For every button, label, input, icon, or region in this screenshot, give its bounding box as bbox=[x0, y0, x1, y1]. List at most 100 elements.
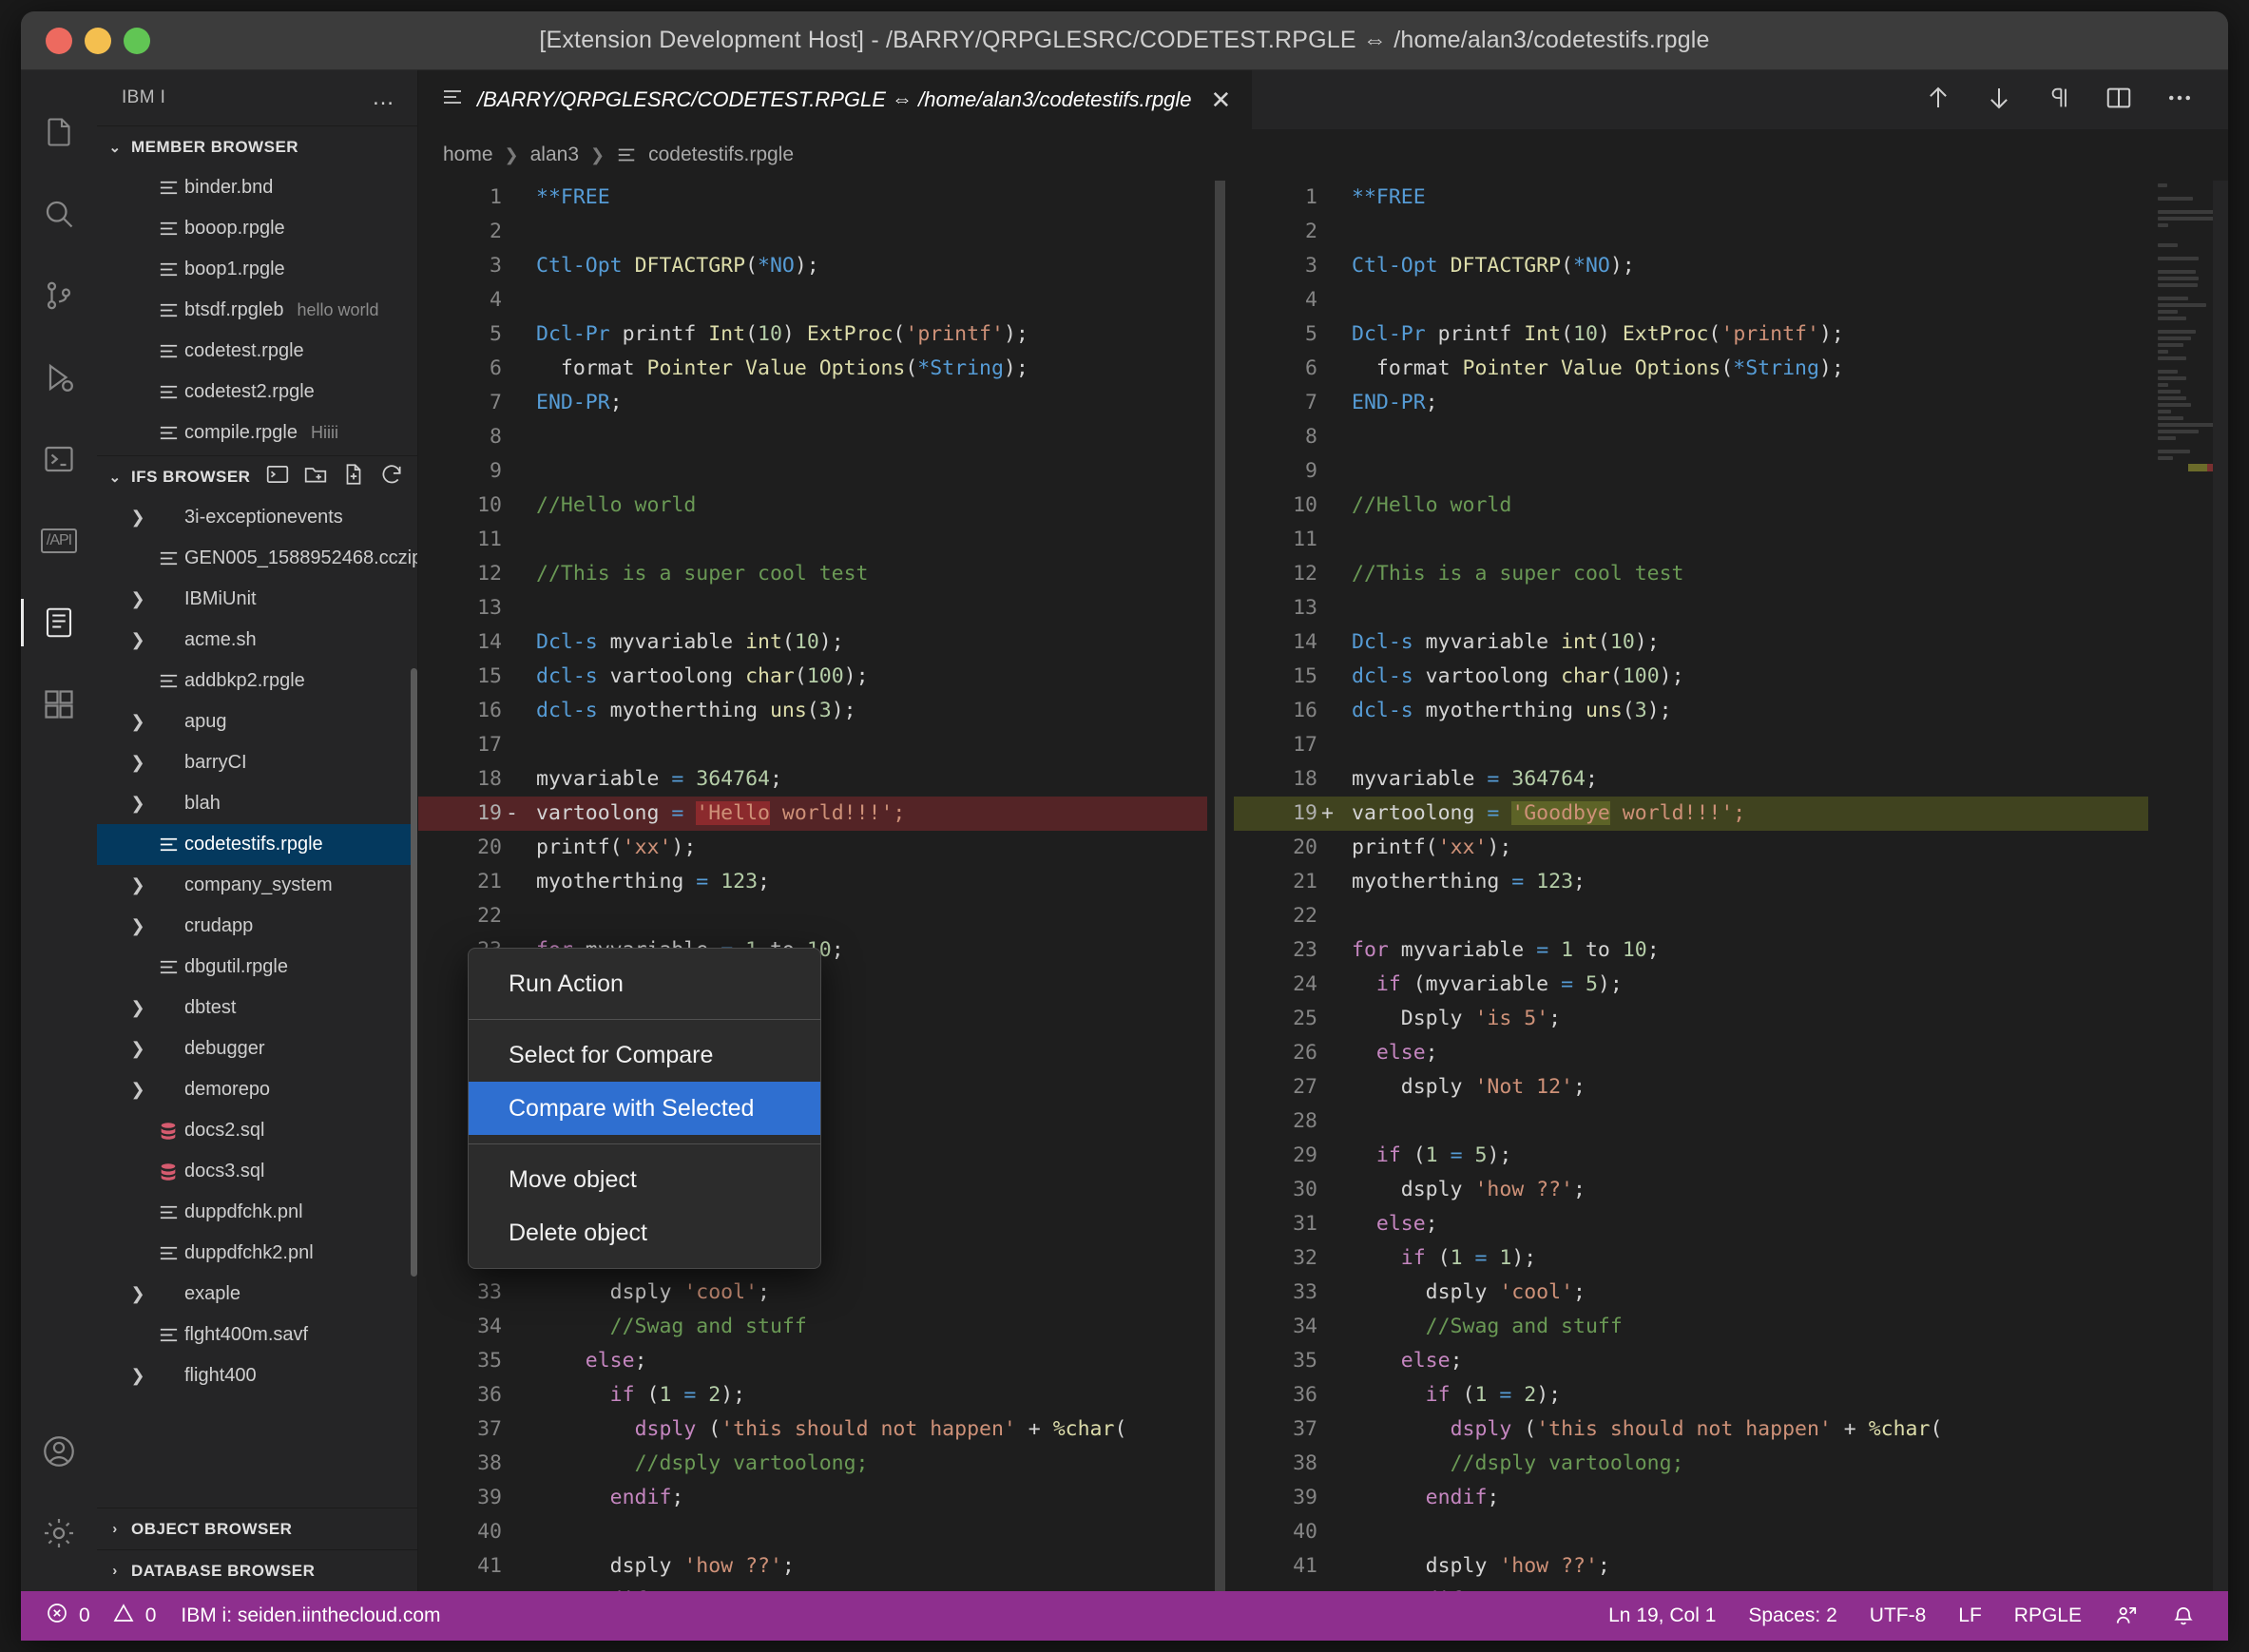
pilcrow-icon[interactable] bbox=[2046, 84, 2072, 117]
section-header-ifs-browser[interactable]: ⌄ IFS BROWSER bbox=[97, 455, 417, 497]
tree-item[interactable]: ❯demorepo bbox=[97, 1069, 417, 1110]
editor-tab-diff[interactable]: /BARRY/QRPGLESRC/CODETEST.RPGLE ⇔ /home/… bbox=[418, 70, 1253, 129]
context-menu-item[interactable]: Select for Compare bbox=[469, 1028, 820, 1082]
encoding-setting[interactable]: UTF-8 bbox=[1870, 1604, 1927, 1627]
code-line[interactable]: 4 bbox=[1234, 283, 2228, 317]
code-line[interactable]: 3Ctl-Opt DFTACTGRP(*NO); bbox=[1234, 249, 2228, 283]
code-line[interactable]: 36 if (1 = 2); bbox=[418, 1378, 1207, 1412]
close-window-button[interactable] bbox=[46, 28, 72, 54]
code-line[interactable]: 39 endif; bbox=[1234, 1481, 2228, 1515]
code-line[interactable]: 26 else; bbox=[1234, 1036, 2228, 1070]
breadcrumb-item-home[interactable]: home bbox=[443, 144, 493, 166]
code-line[interactable]: 42 endif; bbox=[1234, 1584, 2228, 1591]
code-line[interactable]: 16dcl-s myotherthing uns(3); bbox=[418, 694, 1207, 728]
sidebar-more-actions-icon[interactable]: … bbox=[372, 86, 396, 109]
tree-item[interactable]: ❯dbtest bbox=[97, 988, 417, 1028]
tree-item[interactable]: ❯acme.sh bbox=[97, 620, 417, 661]
code-line[interactable]: 31 else; bbox=[1234, 1207, 2228, 1241]
code-line[interactable]: 40 bbox=[418, 1515, 1207, 1549]
code-line[interactable]: 13 bbox=[418, 591, 1207, 625]
code-line[interactable]: 37 dsply ('this should not happen' + %ch… bbox=[1234, 1412, 2228, 1447]
code-line[interactable]: 42 endif; bbox=[418, 1584, 1207, 1591]
code-line[interactable]: 18myvariable = 364764; bbox=[1234, 762, 2228, 797]
code-line[interactable]: 4 bbox=[418, 283, 1207, 317]
tree-item[interactable]: docs3.sql bbox=[97, 1151, 417, 1192]
tree-item[interactable]: compile.rpgleHiiii bbox=[97, 413, 417, 453]
code-line[interactable]: 19+vartoolong = 'Goodbye world!!!'; bbox=[1234, 797, 2228, 831]
tree-item[interactable]: flght400m.savf bbox=[97, 1315, 417, 1355]
tree-item[interactable]: binder.bnd bbox=[97, 167, 417, 208]
breadcrumb-item-alan3[interactable]: alan3 bbox=[530, 144, 579, 166]
arrow-up-icon[interactable] bbox=[1924, 84, 1952, 117]
code-line[interactable]: 23for myvariable = 1 to 10; bbox=[1234, 933, 2228, 968]
tree-item[interactable]: duppdfchk2.pnl bbox=[97, 1233, 417, 1274]
code-line[interactable]: 10//Hello world bbox=[1234, 489, 2228, 523]
tree-item[interactable]: ❯exaple bbox=[97, 1274, 417, 1315]
code-line[interactable]: 6 format Pointer Value Options(*String); bbox=[418, 352, 1207, 386]
code-line[interactable]: 8 bbox=[1234, 420, 2228, 454]
tree-item[interactable]: ❯apug bbox=[97, 701, 417, 742]
chevron-right-icon[interactable]: ❯ bbox=[124, 1039, 152, 1059]
code-line[interactable]: 21myotherthing = 123; bbox=[418, 865, 1207, 899]
chevron-right-icon[interactable]: ❯ bbox=[124, 508, 152, 528]
indentation-setting[interactable]: Spaces: 2 bbox=[1748, 1604, 1836, 1627]
code-line[interactable]: 36 if (1 = 2); bbox=[1234, 1378, 2228, 1412]
chevron-right-icon[interactable]: ❯ bbox=[124, 712, 152, 732]
code-line[interactable]: 33 dsply 'cool'; bbox=[1234, 1276, 2228, 1310]
code-line[interactable]: 7END-PR; bbox=[1234, 386, 2228, 420]
chevron-right-icon[interactable]: ❯ bbox=[124, 753, 152, 773]
section-header-database-browser[interactable]: › DATABASE BROWSER bbox=[97, 1549, 417, 1591]
code-line[interactable]: 1**FREE bbox=[1234, 181, 2228, 215]
code-line[interactable]: 20printf('xx'); bbox=[418, 831, 1207, 865]
more-actions-icon[interactable] bbox=[2165, 84, 2194, 117]
code-line[interactable]: 17 bbox=[418, 728, 1207, 762]
tree-item[interactable]: ❯barryCI bbox=[97, 742, 417, 783]
code-line[interactable]: 11 bbox=[418, 523, 1207, 557]
context-menu-item[interactable]: Delete object bbox=[469, 1206, 820, 1259]
language-mode[interactable]: RPGLE bbox=[2014, 1604, 2082, 1627]
arrow-down-icon[interactable] bbox=[1985, 84, 2013, 117]
code-line[interactable]: 2 bbox=[1234, 215, 2228, 249]
new-terminal-icon[interactable] bbox=[265, 462, 290, 491]
section-header-object-browser[interactable]: › OBJECT BROWSER bbox=[97, 1508, 417, 1549]
code-line[interactable]: 20printf('xx'); bbox=[1234, 831, 2228, 865]
context-menu-item[interactable]: Run Action bbox=[469, 957, 820, 1010]
explorer-icon[interactable] bbox=[21, 91, 97, 173]
tree-item[interactable]: btsdf.rpglebhello world bbox=[97, 290, 417, 331]
run-debug-icon[interactable] bbox=[21, 336, 97, 418]
tree-item[interactable]: ❯flight400 bbox=[97, 1355, 417, 1395]
tree-item[interactable]: Cdebug.c bbox=[97, 453, 417, 455]
code-line[interactable]: 34 //Swag and stuff bbox=[418, 1310, 1207, 1344]
code-line[interactable]: 24 if (myvariable = 5); bbox=[1234, 968, 2228, 1002]
code-line[interactable]: 11 bbox=[1234, 523, 2228, 557]
code-line[interactable]: 12//This is a super cool test bbox=[418, 557, 1207, 591]
problems-status[interactable]: 0 0 bbox=[46, 1602, 156, 1630]
code-line[interactable]: 21myotherthing = 123; bbox=[1234, 865, 2228, 899]
code-line[interactable]: 22 bbox=[418, 899, 1207, 933]
chevron-right-icon[interactable]: ❯ bbox=[124, 794, 152, 814]
code-line[interactable]: 12//This is a super cool test bbox=[1234, 557, 2228, 591]
code-line[interactable]: 9 bbox=[1234, 454, 2228, 489]
code-line[interactable]: 15dcl-s vartoolong char(100); bbox=[418, 660, 1207, 694]
code-line[interactable]: 19-vartoolong = 'Hello world!!!'; bbox=[418, 797, 1207, 831]
tree-item[interactable]: ❯debugger bbox=[97, 1028, 417, 1069]
chevron-right-icon[interactable]: ❯ bbox=[124, 589, 152, 609]
chevron-right-icon[interactable]: ❯ bbox=[124, 1366, 152, 1386]
refresh-icon[interactable] bbox=[379, 462, 404, 491]
ibmi-icon[interactable] bbox=[21, 582, 97, 663]
code-line[interactable]: 3Ctl-Opt DFTACTGRP(*NO); bbox=[418, 249, 1207, 283]
minimize-window-button[interactable] bbox=[85, 28, 111, 54]
code-line[interactable]: 40 bbox=[1234, 1515, 2228, 1549]
code-line[interactable]: 9 bbox=[418, 454, 1207, 489]
code-line[interactable]: 13 bbox=[1234, 591, 2228, 625]
chevron-right-icon[interactable]: ❯ bbox=[124, 630, 152, 650]
tree-item[interactable]: ❯company_system bbox=[97, 865, 417, 906]
breadcrumb-item-file[interactable]: codetestifs.rpgle bbox=[648, 144, 794, 166]
code-line[interactable]: 8 bbox=[418, 420, 1207, 454]
code-line[interactable]: 35 else; bbox=[418, 1344, 1207, 1378]
cursor-position[interactable]: Ln 19, Col 1 bbox=[1608, 1604, 1716, 1627]
code-line[interactable]: 10//Hello world bbox=[418, 489, 1207, 523]
diff-scrollbar-original[interactable] bbox=[1207, 181, 1234, 1591]
chevron-right-icon[interactable]: ❯ bbox=[124, 1080, 152, 1100]
code-line[interactable]: 35 else; bbox=[1234, 1344, 2228, 1378]
